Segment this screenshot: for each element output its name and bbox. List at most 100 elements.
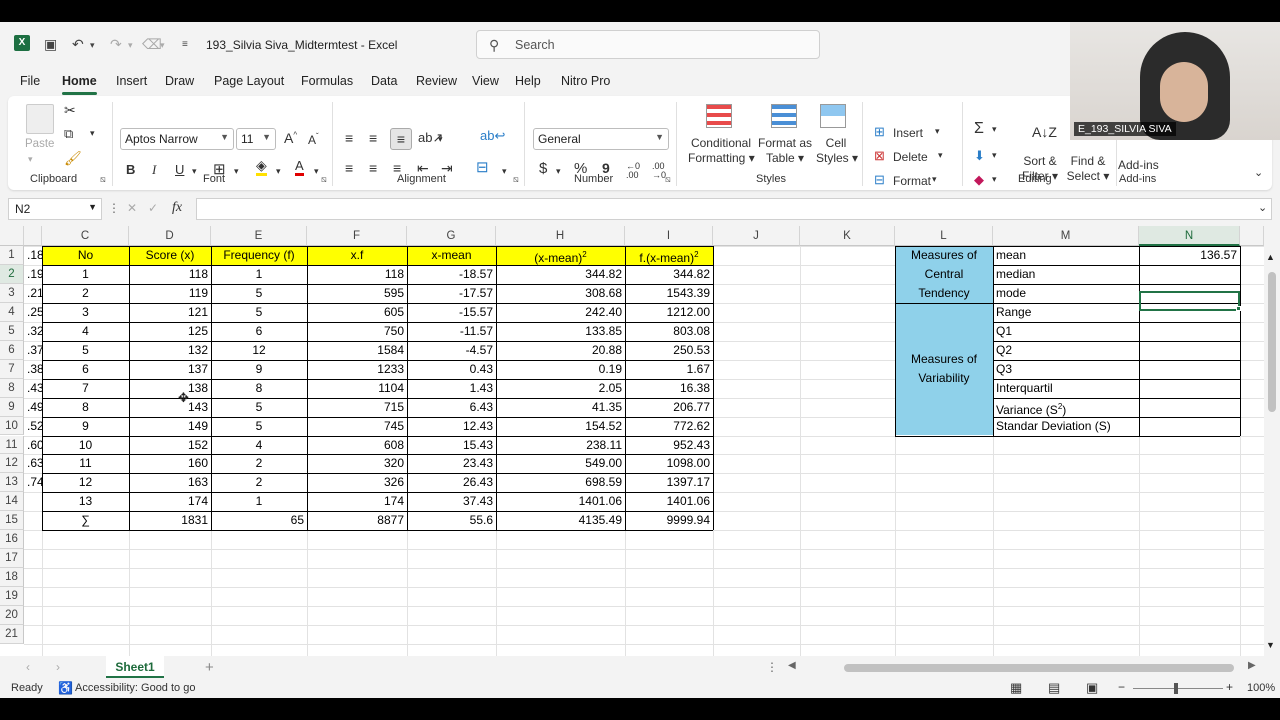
cell-no[interactable]: 1 <box>42 265 129 284</box>
select-all-corner[interactable] <box>0 226 24 246</box>
increase-decimal-icon[interactable]: ←0.00 <box>626 162 640 180</box>
cell-b[interactable]: .25 <box>24 303 42 322</box>
cell-score[interactable]: 118 <box>129 265 211 284</box>
measure-mean[interactable]: mean <box>993 246 1139 265</box>
borders-dropdown-icon[interactable]: ▾ <box>234 166 239 177</box>
cell-x-mean-sq[interactable]: 133.85 <box>496 322 625 341</box>
format-cells-label[interactable]: Format <box>893 174 931 188</box>
qat-dropdown-icon[interactable]: ▾ <box>160 40 165 51</box>
cell-f-x-mean-sq[interactable]: 16.38 <box>625 379 713 398</box>
cell-x-mean[interactable]: 1.43 <box>407 379 496 398</box>
measure-variance-s[interactable]: Variance (S2) <box>993 398 1139 417</box>
orientation-dropdown-icon[interactable]: ▾ <box>438 134 443 145</box>
header-f-x-mean-squared[interactable]: f.(x-mean)2 <box>625 246 713 265</box>
cell-no[interactable]: 9 <box>42 417 129 436</box>
increase-font-icon[interactable]: A^ <box>284 130 297 146</box>
cell-b[interactable]: .38 <box>24 360 42 379</box>
cell-x-mean-sq[interactable]: 238.11 <box>496 436 625 455</box>
tab-split-icon[interactable]: ⋮ <box>766 660 778 674</box>
scroll-down-icon[interactable]: ▼ <box>1266 640 1275 650</box>
enter-icon[interactable]: ✓ <box>148 201 158 215</box>
cell-xf[interactable]: 605 <box>307 303 407 322</box>
cell-b[interactable]: .19 <box>24 265 42 284</box>
sheet-tab-sheet1[interactable]: Sheet1 <box>106 656 164 678</box>
underline-button[interactable]: U <box>175 162 184 177</box>
cell-xf[interactable]: 326 <box>307 473 407 492</box>
cell-xf[interactable]: 595 <box>307 284 407 303</box>
insert-cells-label[interactable]: Insert <box>893 126 923 140</box>
copy-dropdown-icon[interactable]: ▾ <box>90 128 95 139</box>
row-header[interactable]: 1 <box>0 246 24 265</box>
header-no[interactable]: No <box>42 246 129 265</box>
row-header[interactable]: 12 <box>0 454 24 474</box>
next-sheet-icon[interactable]: › <box>56 660 60 674</box>
total-cell-x-mean-sq[interactable]: 4135.49 <box>496 511 625 530</box>
font-size-select[interactable]: 11 ▼ <box>236 128 276 150</box>
cell-f-x-mean-sq[interactable]: 1543.39 <box>625 284 713 303</box>
cell-f-x-mean-sq[interactable]: 952.43 <box>625 436 713 455</box>
cell-no[interactable]: 7 <box>42 379 129 398</box>
font-color-icon[interactable]: A <box>295 158 304 176</box>
insert-dropdown-icon[interactable]: ▾ <box>935 126 940 137</box>
cell-b1[interactable]: .18 <box>24 246 42 265</box>
paste-dropdown-icon[interactable]: ▾ <box>28 154 33 165</box>
clear-icon[interactable]: ◆ <box>974 172 984 188</box>
measure-mode[interactable]: mode <box>993 284 1139 303</box>
merge-center-icon[interactable]: ⊟ <box>476 158 489 176</box>
row-header[interactable]: 8 <box>0 378 24 398</box>
cell-b[interactable]: .43 <box>24 379 42 398</box>
cell-frequency[interactable]: 5 <box>211 417 307 436</box>
cell-b[interactable]: .60 <box>24 436 42 455</box>
total-cell-xf[interactable]: 8877 <box>307 511 407 530</box>
customize-qat-icon[interactable]: ≡ <box>182 39 188 50</box>
zoom-level[interactable]: 100% <box>1247 682 1275 694</box>
zoom-in-icon[interactable]: + <box>1226 680 1233 694</box>
measure-standar-deviation-s[interactable]: Standar Deviation (S) <box>993 417 1139 436</box>
cell-x-mean[interactable]: 37.43 <box>407 492 496 511</box>
total-cell-b[interactable] <box>24 511 42 530</box>
measure-q2[interactable]: Q2 <box>993 341 1139 360</box>
cell-x-mean[interactable]: 23.43 <box>407 454 496 473</box>
cell-b[interactable]: .74 <box>24 473 42 492</box>
number-format-select[interactable]: General ▼ <box>533 128 669 150</box>
cell-styles-button[interactable]: Cell Styles ▾ <box>816 136 858 166</box>
more-options-icon[interactable]: ⋮ <box>108 201 120 215</box>
format-cells-icon[interactable]: ⊟ <box>874 172 885 188</box>
autosave-icon[interactable]: ▣ <box>44 36 57 53</box>
cell-score[interactable]: 152 <box>129 436 211 455</box>
sort-filter-icon[interactable]: A↓Z <box>1032 124 1057 140</box>
format-dropdown-icon[interactable]: ▾ <box>932 174 937 185</box>
total-cell-score[interactable]: 1831 <box>129 511 211 530</box>
fill-color-icon[interactable]: ◈ <box>256 158 267 176</box>
mean-value[interactable]: 136.57 <box>1139 246 1240 265</box>
addins-button[interactable]: Add-ins <box>1118 158 1159 172</box>
cut-icon[interactable]: ✂ <box>64 102 76 119</box>
cell-f-x-mean-sq[interactable]: 803.08 <box>625 322 713 341</box>
cell-score[interactable]: 125 <box>129 322 211 341</box>
clear-dropdown-icon[interactable]: ▾ <box>992 174 997 185</box>
cell-f-x-mean-sq[interactable]: 206.77 <box>625 398 713 417</box>
cell-xf[interactable]: 1584 <box>307 341 407 360</box>
name-box[interactable]: N2 ▼ <box>8 198 102 220</box>
row-header[interactable]: 9 <box>0 397 24 417</box>
cell-f-x-mean-sq[interactable]: 1098.00 <box>625 454 713 473</box>
cell-b[interactable]: .52 <box>24 417 42 436</box>
column-header-d[interactable]: D <box>129 226 211 246</box>
cell-score[interactable]: 132 <box>129 341 211 360</box>
cell-x-mean[interactable]: 26.43 <box>407 473 496 492</box>
measure-q1[interactable]: Q1 <box>993 322 1139 341</box>
total-cell-frequency[interactable]: 65 <box>211 511 307 530</box>
cell-frequency[interactable]: 2 <box>211 473 307 492</box>
paste-icon[interactable] <box>26 104 54 134</box>
cell-x-mean[interactable]: 12.43 <box>407 417 496 436</box>
row-header[interactable]: 5 <box>0 321 24 341</box>
merge-dropdown-icon[interactable]: ▾ <box>502 166 507 177</box>
cell-x-mean[interactable]: -18.57 <box>407 265 496 284</box>
row-header[interactable]: 19 <box>0 587 24 607</box>
worksheet-grid[interactable]: CDEFGHIJKLMN 1 2 3 4 5 6 7 8 9 10 11 12 13 14 15 16 17 18… <box>0 226 1280 656</box>
header-score[interactable]: Score (x) <box>129 246 211 265</box>
zoom-slider-thumb[interactable] <box>1174 683 1178 694</box>
cell-b[interactable] <box>24 492 42 511</box>
tab-formulas[interactable]: Formulas <box>301 74 353 88</box>
number-launcher-icon[interactable]: ⧅ <box>665 174 671 185</box>
